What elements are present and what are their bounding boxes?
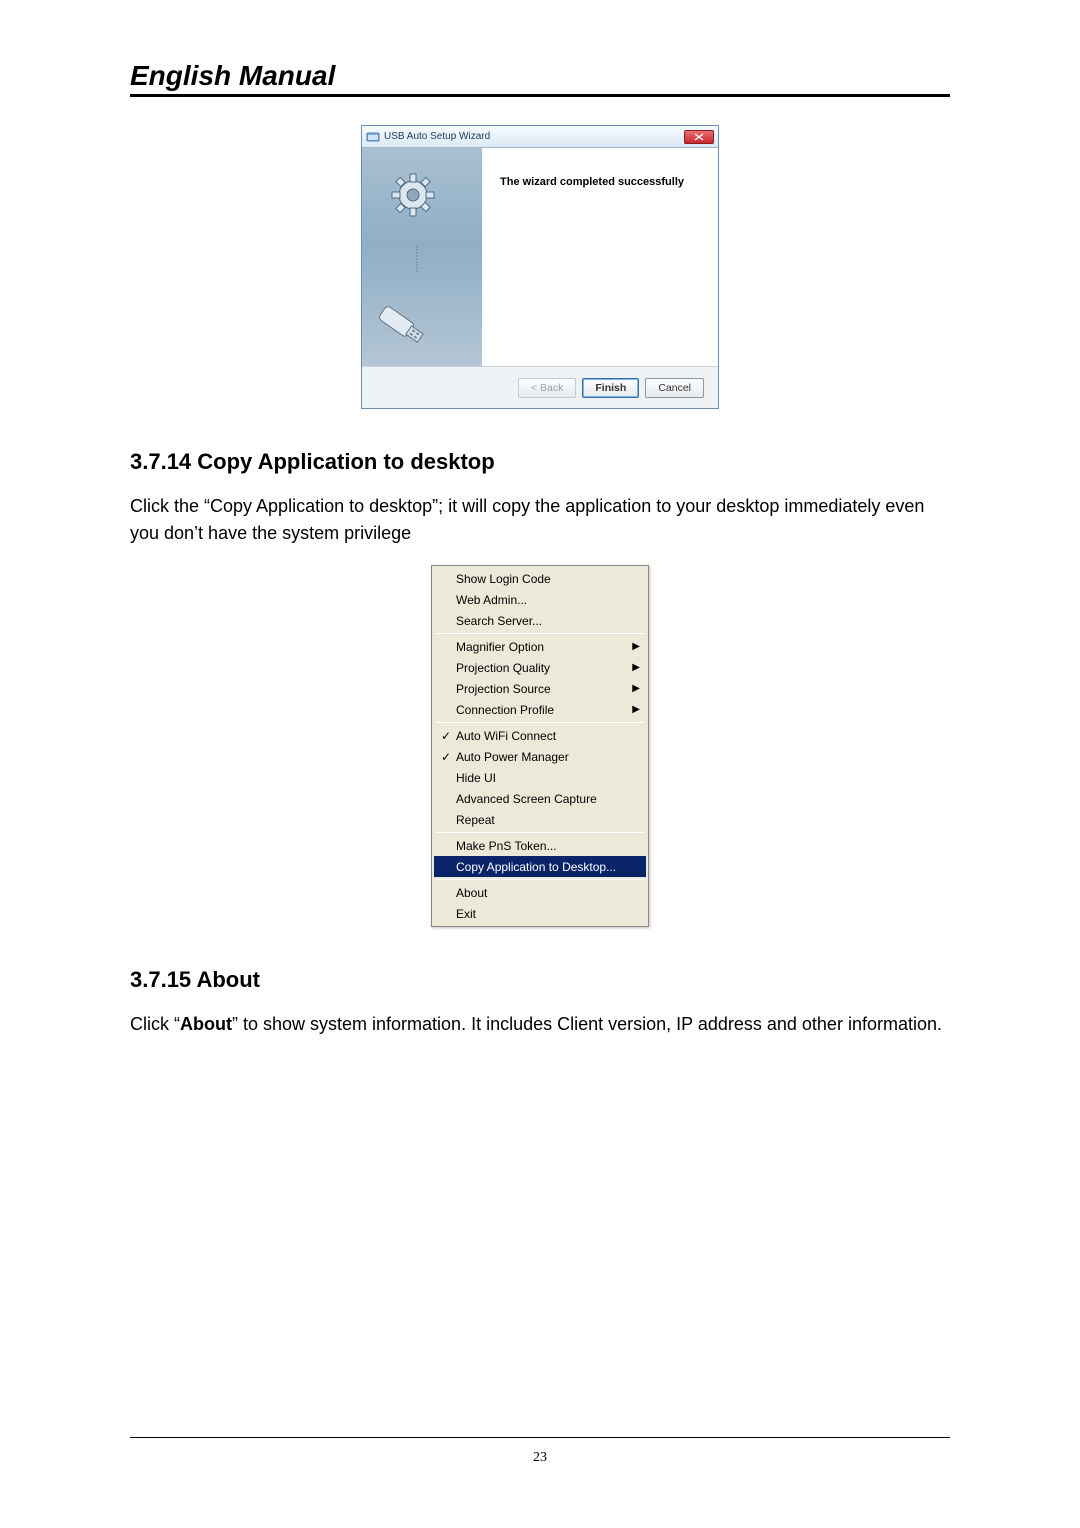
- page-number: 23: [0, 1450, 1080, 1466]
- menu-item-label: Show Login Code: [454, 572, 640, 586]
- submenu-arrow-icon: ▶: [632, 683, 640, 694]
- menu-item-label: Exit: [454, 907, 640, 921]
- usb-drive-icon: [372, 296, 434, 356]
- gear-icon: [390, 172, 436, 218]
- menu-item-label: About: [454, 886, 640, 900]
- menu-item[interactable]: About: [434, 882, 646, 903]
- menu-item[interactable]: Show Login Code: [434, 568, 646, 589]
- cancel-button[interactable]: Cancel: [645, 378, 704, 398]
- menu-separator: [436, 879, 644, 880]
- menu-item[interactable]: Magnifier Option▶: [434, 636, 646, 657]
- menu-item[interactable]: Connection Profile▶: [434, 699, 646, 720]
- menu-separator: [436, 722, 644, 723]
- menu-item-label: Advanced Screen Capture: [454, 792, 640, 806]
- section-heading-3-7-14: 3.7.14 Copy Application to desktop: [130, 449, 950, 475]
- menu-item[interactable]: Projection Quality▶: [434, 657, 646, 678]
- section-3-7-15-paragraph: Click “About” to show system information…: [130, 1011, 950, 1038]
- back-button[interactable]: < Back: [518, 378, 576, 398]
- section-heading-3-7-15: 3.7.15 About: [130, 967, 950, 993]
- context-menu: Show Login Code Web Admin... Search Server…: [431, 565, 649, 927]
- footer-divider: [130, 1437, 950, 1438]
- menu-item[interactable]: ✓Auto Power Manager: [434, 746, 646, 767]
- menu-item[interactable]: Advanced Screen Capture: [434, 788, 646, 809]
- menu-item[interactable]: Make PnS Token...: [434, 835, 646, 856]
- wizard-message: The wizard completed successfully: [482, 148, 718, 366]
- menu-separator: [436, 832, 644, 833]
- menu-item-label: Copy Application to Desktop...: [454, 860, 640, 874]
- submenu-arrow-icon: ▶: [632, 641, 640, 652]
- submenu-arrow-icon: ▶: [632, 662, 640, 673]
- menu-item[interactable]: Repeat: [434, 809, 646, 830]
- wizard-title: USB Auto Setup Wizard: [384, 131, 684, 142]
- menu-item[interactable]: Copy Application to Desktop...: [434, 856, 646, 877]
- submenu-arrow-icon: ▶: [632, 704, 640, 715]
- doc-title: English Manual: [130, 60, 950, 97]
- menu-item[interactable]: Hide UI: [434, 767, 646, 788]
- menu-item-label: Auto WiFi Connect: [454, 729, 640, 743]
- menu-item[interactable]: Projection Source▶: [434, 678, 646, 699]
- close-button[interactable]: [684, 130, 714, 144]
- about-para-post: ” to show system information. It include…: [232, 1014, 942, 1034]
- menu-item-label: Hide UI: [454, 771, 640, 785]
- checkmark-icon: ✓: [438, 750, 454, 764]
- close-icon: [693, 133, 705, 141]
- wizard-titlebar: USB Auto Setup Wizard: [362, 126, 718, 148]
- wizard-window: USB Auto Setup Wizard: [361, 125, 719, 409]
- menu-item-label: Magnifier Option: [454, 640, 632, 654]
- wizard-footer: < Back Finish Cancel: [362, 366, 718, 408]
- menu-separator: [436, 633, 644, 634]
- about-para-bold: About: [180, 1014, 232, 1034]
- wizard-icon: [366, 130, 380, 144]
- about-para-pre: Click “: [130, 1014, 180, 1034]
- wizard-side-graphic: [362, 148, 482, 366]
- menu-item[interactable]: Web Admin...: [434, 589, 646, 610]
- menu-item[interactable]: Exit: [434, 903, 646, 924]
- menu-item-label: Make PnS Token...: [454, 839, 640, 853]
- menu-item[interactable]: Search Server...: [434, 610, 646, 631]
- menu-item-label: Web Admin...: [454, 593, 640, 607]
- checkmark-icon: ✓: [438, 729, 454, 743]
- menu-item-label: Repeat: [454, 813, 640, 827]
- menu-item-label: Connection Profile: [454, 703, 632, 717]
- finish-button[interactable]: Finish: [582, 378, 639, 398]
- menu-item-label: Projection Quality: [454, 661, 632, 675]
- dots-icon: [416, 220, 418, 298]
- menu-item-label: Auto Power Manager: [454, 750, 640, 764]
- menu-item-label: Projection Source: [454, 682, 632, 696]
- section-3-7-14-paragraph: Click the “Copy Application to desktop”;…: [130, 493, 950, 547]
- menu-item[interactable]: ✓Auto WiFi Connect: [434, 725, 646, 746]
- menu-item-label: Search Server...: [454, 614, 640, 628]
